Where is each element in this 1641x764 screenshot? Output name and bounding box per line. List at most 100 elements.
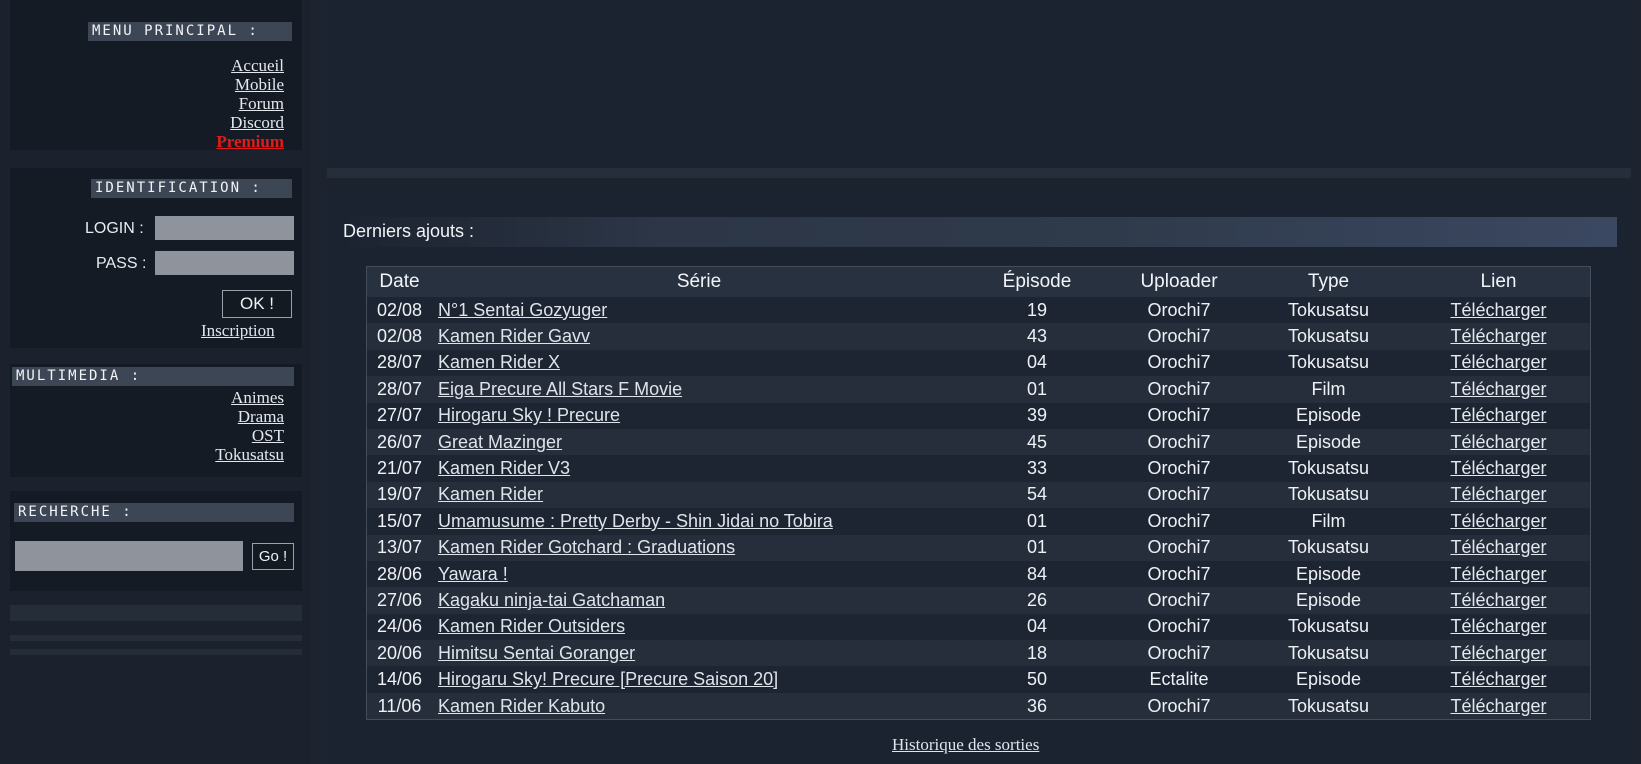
table-row: 26/07 Great Mazinger 45 Orochi7 Episode Téléc… — [366, 428, 1591, 456]
table-cell: Télécharger — [1407, 455, 1591, 482]
row-date: 21/07 — [376, 458, 423, 479]
login-ok-button[interactable]: OK ! — [222, 290, 292, 318]
row-uploader: Orochi7 — [1147, 695, 1211, 716]
row-date: 24/06 — [376, 616, 423, 637]
main-menu-title: Menu principal : — [88, 22, 292, 41]
table-row: 24/06 Kamen Rider Outsiders 04 Orochi7 Tokus… — [366, 613, 1591, 641]
row-series-link[interactable]: Yawara ! — [438, 564, 508, 584]
row-type: Episode — [1295, 431, 1362, 452]
search-go-button[interactable]: Go ! — [252, 543, 294, 570]
password-input[interactable] — [155, 251, 294, 275]
row-episode: 45 — [1026, 431, 1048, 452]
table-cell: Umamusume : Pretty Derby - Shin Jidai no… — [432, 508, 966, 535]
row-series-link[interactable]: Himitsu Sentai Goranger — [438, 643, 635, 663]
table-header-row: Date Série Épisode Uploader Type Lien — [366, 266, 1591, 297]
table-cell: 28/06 — [366, 560, 432, 588]
row-series-link[interactable]: Kamen Rider X — [438, 352, 560, 372]
row-series-link[interactable]: Great Mazinger — [438, 432, 562, 452]
row-download-link[interactable]: Télécharger — [1450, 564, 1546, 584]
multimedia-block: Multimedia : Animes Drama OST Tokusatsu — [10, 364, 302, 477]
row-series-link[interactable]: Umamusume : Pretty Derby - Shin Jidai no… — [438, 511, 833, 531]
row-series-link[interactable]: Kamen Rider Kabuto — [438, 696, 605, 716]
table-cell: Télécharger — [1407, 640, 1591, 667]
table-cell: 15/07 — [366, 508, 432, 535]
row-download-link[interactable]: Télécharger — [1450, 537, 1546, 557]
row-download-link[interactable]: Télécharger — [1450, 696, 1546, 716]
search-input[interactable] — [15, 541, 243, 571]
table-row: 13/07 Kamen Rider Gotchard : Graduations 0… — [366, 534, 1591, 561]
login-input[interactable] — [155, 216, 294, 240]
table-cell: Tokusatsu — [1250, 481, 1407, 509]
row-series-link[interactable]: Eiga Precure All Stars F Movie — [438, 379, 682, 399]
menu-link-accueil[interactable]: Accueil — [216, 56, 284, 75]
multimedia-link-animes[interactable]: Animes — [215, 388, 284, 407]
row-series-link[interactable]: Kamen Rider Outsiders — [438, 616, 625, 636]
row-date: 27/06 — [376, 589, 423, 610]
search-block: Recherche : Go ! — [10, 491, 302, 591]
row-download-link[interactable]: Télécharger — [1450, 511, 1546, 531]
table-cell: Télécharger — [1407, 666, 1591, 693]
multimedia-link-drama[interactable]: Drama — [215, 407, 284, 426]
table-cell: Orochi7 — [1108, 349, 1250, 377]
row-uploader: Orochi7 — [1147, 299, 1211, 320]
menu-link-discord[interactable]: Discord — [216, 113, 284, 132]
row-episode: 36 — [1026, 695, 1048, 716]
row-type: Tokusatsu — [1287, 458, 1370, 479]
row-type: Episode — [1295, 563, 1362, 584]
row-uploader: Orochi7 — [1147, 378, 1211, 399]
menu-link-forum[interactable]: Forum — [216, 94, 284, 113]
row-download-link[interactable]: Télécharger — [1450, 405, 1546, 425]
row-episode: 18 — [1026, 642, 1048, 663]
register-link[interactable]: Inscription — [201, 321, 275, 341]
multimedia-link-ost[interactable]: OST — [215, 426, 284, 445]
table-row: 02/08 N°1 Sentai Gozyuger 19 Orochi7 Tokusat… — [366, 297, 1591, 324]
row-download-link[interactable]: Télécharger — [1450, 484, 1546, 504]
table-cell: Télécharger — [1407, 402, 1591, 429]
row-episode: 33 — [1026, 458, 1048, 479]
row-download-link[interactable]: Télécharger — [1450, 458, 1546, 478]
row-series-link[interactable]: Kamen Rider Gavv — [438, 326, 590, 346]
row-date: 26/07 — [376, 431, 423, 452]
row-series-link[interactable]: Hirogaru Sky ! Precure — [438, 405, 620, 425]
row-episode: 19 — [1026, 299, 1048, 320]
table-row: 28/07 Kamen Rider X 04 Orochi7 Tokusatsu Télé… — [366, 349, 1591, 377]
release-history-link[interactable]: Historique des sorties — [892, 735, 1039, 755]
row-download-link[interactable]: Télécharger — [1450, 643, 1546, 663]
multimedia-link-tokusatsu[interactable]: Tokusatsu — [215, 445, 284, 464]
sidebar: Menu principal : Accueil Mobile Forum Di… — [0, 0, 310, 764]
row-date: 28/07 — [376, 378, 423, 399]
row-download-link[interactable]: Télécharger — [1450, 669, 1546, 689]
row-download-link[interactable]: Télécharger — [1450, 432, 1546, 452]
menu-link-premium[interactable]: Premium — [216, 132, 284, 151]
row-download-link[interactable]: Télécharger — [1450, 352, 1546, 372]
row-episode: 43 — [1026, 326, 1048, 347]
row-download-link[interactable]: Télécharger — [1450, 616, 1546, 636]
row-download-link[interactable]: Télécharger — [1450, 300, 1546, 320]
row-series-link[interactable]: Kamen Rider — [438, 484, 543, 504]
row-download-link[interactable]: Télécharger — [1450, 590, 1546, 610]
row-episode: 04 — [1026, 616, 1048, 637]
row-series-link[interactable]: Hirogaru Sky! Precure [Precure Saison 20… — [438, 669, 778, 689]
table-row: 27/07 Hirogaru Sky ! Precure 39 Orochi7 Epis… — [366, 402, 1591, 429]
row-uploader: Ectalite — [1149, 669, 1209, 690]
row-series-link[interactable]: Kagaku ninja-tai Gatchaman — [438, 590, 665, 610]
table-cell: Kamen Rider Gavv — [432, 323, 966, 350]
latest-additions-table: Date Série Épisode Uploader Type Lien 02… — [366, 266, 1591, 721]
row-download-link[interactable]: Télécharger — [1450, 326, 1546, 346]
table-cell: 26/07 — [366, 428, 432, 456]
row-series-link[interactable]: N°1 Sentai Gozyuger — [438, 300, 607, 320]
table-cell: Hirogaru Sky ! Precure — [432, 402, 966, 429]
row-uploader: Orochi7 — [1147, 537, 1211, 558]
menu-link-mobile[interactable]: Mobile — [216, 75, 284, 94]
table-cell: 01 — [966, 376, 1108, 403]
table-cell: Tokusatsu — [1250, 692, 1407, 720]
table-cell: 36 — [966, 692, 1108, 720]
row-episode: 01 — [1026, 510, 1048, 531]
row-type: Tokusatsu — [1287, 299, 1370, 320]
row-series-link[interactable]: Kamen Rider V3 — [438, 458, 570, 478]
table-cell: Télécharger — [1407, 349, 1591, 377]
table-cell: Eiga Precure All Stars F Movie — [432, 376, 966, 403]
row-download-link[interactable]: Télécharger — [1450, 379, 1546, 399]
row-series-link[interactable]: Kamen Rider Gotchard : Graduations — [438, 537, 735, 557]
table-cell: 39 — [966, 402, 1108, 429]
